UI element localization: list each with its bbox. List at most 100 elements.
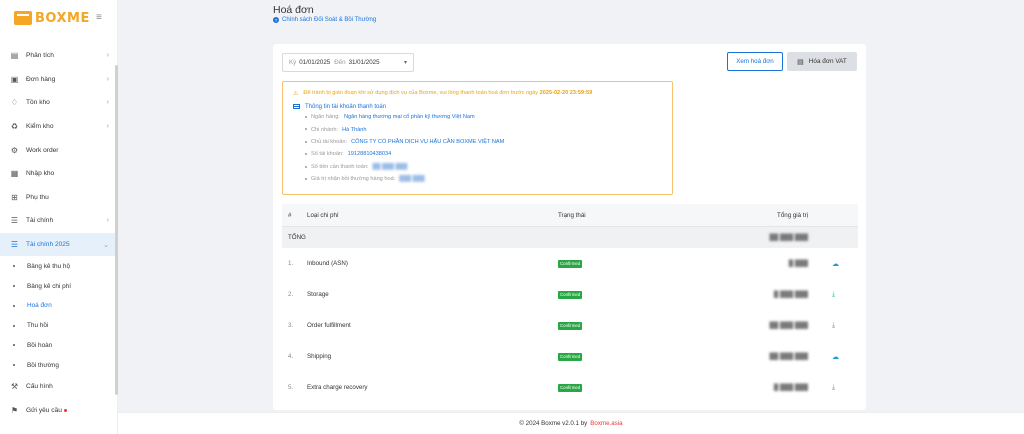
row-type: Inbound (ASN): [307, 260, 348, 267]
row-type: Storage: [307, 291, 329, 298]
field-value: Hà Thành: [342, 126, 367, 133]
sidebar-item-cau-hinh[interactable]: ⚒ Cấu hình: [0, 375, 115, 399]
sidebar-item-label: Phân tích: [26, 52, 54, 60]
footer-brand-link[interactable]: Boxme.asia: [590, 420, 622, 427]
field-key: Chi nhánh:: [311, 126, 339, 133]
logo[interactable]: BOXME: [14, 10, 90, 26]
sidebar-item-label: Nhập kho: [26, 170, 55, 178]
hamburger-menu-icon[interactable]: ≡: [96, 13, 102, 23]
sidebar-item-tai-chinh-2025[interactable]: ☰ Tài chính 2025 ⌄: [0, 232, 115, 257]
logo-text: BOXME: [35, 10, 90, 26]
row-type: Extra charge recovery: [307, 384, 368, 391]
chevron-right-icon: ›: [106, 52, 109, 60]
policy-link-label: Chính sách Đối Soát & Bồi Thường: [282, 17, 377, 23]
question-icon: ?: [273, 17, 279, 23]
sidebar-item-label: Kiểm kho: [26, 123, 54, 131]
cloud-download-icon[interactable]: ☁: [832, 353, 839, 361]
vat-invoice-button[interactable]: ▤ Hóa đơn VAT: [787, 52, 857, 71]
chevron-right-icon: ›: [106, 75, 109, 83]
table-row: 3. Order fulfillment Confirmed ██ ███ ██…: [282, 310, 858, 341]
bullet-icon: [13, 265, 15, 268]
sidebar-subitem-label: Bồi hoàn: [27, 341, 53, 349]
row-type: Order fulfillment: [307, 322, 351, 329]
row-total: ██ ███ ███: [769, 353, 808, 360]
cost-table: # Loại chi phí Trạng thái Tổng giá trị T…: [282, 204, 858, 403]
sidebar-item-work-order[interactable]: ⚙ Work order: [0, 138, 115, 162]
sidebar-menu: ▤ Phân tích › ▣ Đơn hàng › ♢ Tồn kho › ♻…: [0, 44, 115, 422]
policy-link[interactable]: ? Chính sách Đối Soát & Bồi Thường: [273, 17, 376, 23]
row-num: 3.: [288, 322, 294, 329]
download-icon[interactable]: ⤓: [832, 322, 835, 330]
status-badge: Confirmed: [558, 352, 583, 361]
row-num: 4.: [288, 353, 294, 360]
account-holder-field: Chủ tài khoản: CÔNG TY CỔ PHẦN DỊCH VỤ H…: [293, 136, 662, 148]
invoice-card: Kỳ 01/01/2025 Đến 31/01/2025 ▾ Xem hoá đ…: [273, 44, 866, 410]
sidebar-item-phu-thu[interactable]: ⊞ Phụ thu: [0, 186, 115, 210]
chevron-down-icon: ▾: [403, 60, 407, 66]
sidebar-subitem-bang-ke-chi-phi[interactable]: Bảng kê chi phí: [0, 276, 115, 296]
sidebar-subitem-boi-hoan[interactable]: Bồi hoàn: [0, 336, 115, 356]
header-type: Loại chi phí: [307, 211, 339, 219]
period-from-value: 01/01/2025: [299, 59, 331, 66]
row-num: 5.: [288, 384, 294, 391]
table-row: 2. Storage Confirmed █ ███ ███ ⤓: [282, 279, 858, 310]
bullet-icon: [13, 304, 15, 307]
download-icon[interactable]: ⤓: [832, 384, 835, 392]
orders-icon: ▣: [10, 74, 19, 84]
chevron-right-icon: ›: [106, 99, 109, 107]
row-total: █ ███ ███: [773, 291, 808, 298]
account-info-title: Thông tin tài khoản thanh toán: [293, 102, 662, 111]
sidebar-item-label: Phụ thu: [26, 193, 49, 201]
logo-box-icon: [14, 11, 32, 25]
period-date-range-picker[interactable]: Kỳ 01/01/2025 Đến 31/01/2025 ▾: [282, 53, 414, 72]
header-status: Trạng thái: [558, 211, 586, 219]
cloud-download-icon[interactable]: ☁: [832, 260, 839, 268]
warning-text: Để tránh bị gián đoạn khi sử dụng dịch v…: [303, 90, 539, 96]
sidebar-item-gui-yeu-cau[interactable]: ⚑ Gửi yêu cầu: [0, 399, 115, 423]
field-value: ███ ███: [399, 176, 425, 183]
sidebar-item-kiem-kho[interactable]: ♻ Kiểm kho ›: [0, 115, 115, 139]
header-num: #: [288, 211, 292, 219]
row-total: █ ███: [788, 260, 808, 267]
sidebar-subitem-label: Bảng kê thu hộ: [27, 262, 70, 270]
sidebar-item-tai-chinh[interactable]: ☰ Tài chính ›: [0, 209, 115, 233]
status-badge: Confirmed: [558, 383, 583, 392]
payment-notice: ⚠ Để tránh bị gián đoạn khi sử dụng dịch…: [282, 81, 673, 195]
sidebar-item-label: Gửi yêu cầu: [26, 407, 62, 415]
bullet-icon: [13, 324, 15, 327]
vat-invoice-label: Hóa đơn VAT: [808, 58, 847, 65]
sidebar-item-don-hang[interactable]: ▣ Đơn hàng ›: [0, 68, 115, 92]
sidebar-item-phan-tich[interactable]: ▤ Phân tích ›: [0, 44, 115, 68]
field-value: 19128810438034: [347, 151, 392, 158]
sidebar-subitem-hoa-don[interactable]: Hoá đơn: [0, 296, 115, 316]
field-key: Ngân hàng:: [311, 114, 340, 121]
view-invoice-button[interactable]: Xem hoá đơn: [727, 52, 783, 71]
period-to-value: 31/01/2025: [348, 59, 380, 66]
bullet-icon: [13, 344, 15, 347]
sidebar-subitem-label: Thu hồi: [27, 322, 49, 330]
stack-icon: ☰: [10, 216, 19, 226]
sidebar-subitem-thu-hoi[interactable]: Thu hồi: [0, 316, 115, 336]
sidebar-scrollbar[interactable]: [115, 65, 118, 395]
page-title: Hoá đơn: [273, 4, 314, 16]
field-value: CÔNG TY CỔ PHẦN DỊCH VỤ HẬU CẦN BOXME VI…: [351, 138, 505, 145]
sidebar-item-nhap-kho[interactable]: ▦ Nhập kho: [0, 162, 115, 186]
recycle-icon: ♻: [10, 122, 19, 132]
gear-icon: ⚙: [10, 145, 19, 155]
header-total: Tổng giá trị: [777, 211, 808, 219]
chevron-down-icon: ⌄: [103, 241, 109, 249]
sidebar: BOXME ≡ ▤ Phân tích › ▣ Đơn hàng › ♢ Tồn…: [0, 0, 118, 434]
bell-icon: ⚠: [293, 90, 299, 97]
sidebar-subitem-bang-ke-thu-ho[interactable]: Bảng kê thu hộ: [0, 256, 115, 276]
compensation-field: Giá trị nhận bồi thường hàng hoá: ███ ██…: [293, 173, 662, 185]
table-row: 5. Extra charge recovery Confirmed █ ███…: [282, 372, 858, 403]
row-num: 1.: [288, 260, 294, 267]
deadline-text: 2025-02-20 23:59:59: [539, 90, 593, 96]
sidebar-item-ton-kho[interactable]: ♢ Tồn kho ›: [0, 91, 115, 115]
period-from-label: Kỳ: [289, 59, 297, 66]
sidebar-subitem-boi-thuong[interactable]: Bồi thường: [0, 355, 115, 375]
row-num: 2.: [288, 291, 294, 298]
download-icon[interactable]: ⤓: [832, 291, 835, 299]
sidebar-item-label: Đơn hàng: [26, 75, 56, 83]
status-badge: Confirmed: [558, 290, 583, 299]
